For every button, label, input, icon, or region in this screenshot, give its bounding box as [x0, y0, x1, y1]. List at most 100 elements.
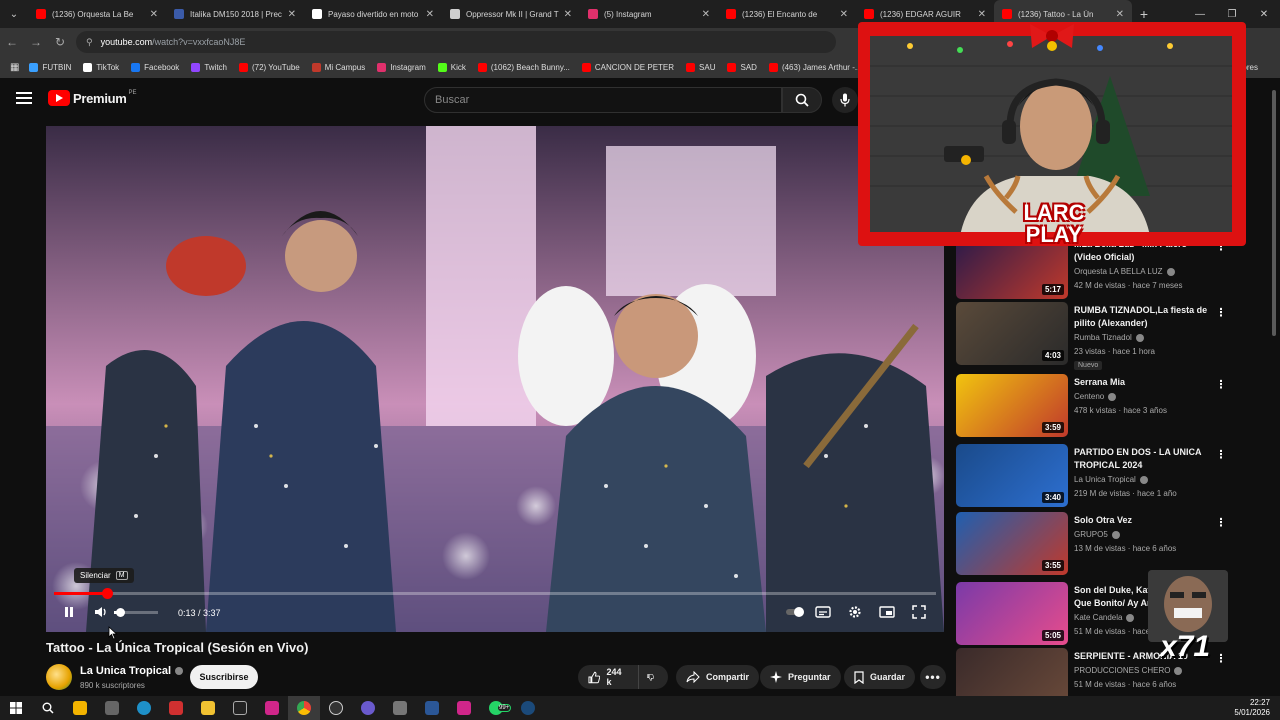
channel-avatar[interactable] [46, 664, 72, 690]
bookmark-item[interactable]: TikTok [83, 62, 119, 72]
reload-icon[interactable]: ↻ [48, 28, 72, 56]
tab-close-icon[interactable]: ✕ [426, 9, 434, 20]
recommended-channel[interactable]: PRODUCCIONES CHERO [1074, 666, 1183, 675]
search-input[interactable]: Buscar [424, 87, 782, 113]
tab-close-icon[interactable]: ✕ [840, 9, 848, 20]
recommended-video[interactable]: 4:03 RUMBA TIZNADOL,La fiesta de pilito (… [956, 302, 1232, 370]
bookmark-item[interactable]: FUTBIN [29, 62, 71, 72]
subscribe-button[interactable]: Suscribirse [190, 665, 258, 689]
browser-tab[interactable]: Italika DM150 2018 | Prec ✕ [166, 0, 304, 28]
recommended-channel[interactable]: GRUPO5 [1074, 530, 1120, 539]
volume-slider[interactable] [114, 608, 158, 617]
subtitles-button[interactable] [814, 604, 832, 620]
system-clock[interactable]: 22:27 5/01/2026 [1234, 698, 1270, 718]
tab-close-icon[interactable]: ✕ [150, 9, 158, 20]
bookmark-item[interactable]: (463) James Arthur -... [768, 62, 862, 72]
steam-icon[interactable] [512, 696, 544, 720]
miniplayer-button[interactable] [878, 604, 896, 620]
epic-icon[interactable] [224, 696, 256, 720]
obs-icon[interactable] [320, 696, 352, 720]
dislike-button[interactable] [638, 665, 668, 689]
tab-close-icon[interactable]: ✕ [1116, 9, 1124, 20]
more-actions-button[interactable]: ••• [920, 665, 946, 689]
site-info-icon[interactable]: ⚲ [86, 37, 93, 48]
apps-grid-icon[interactable]: ▦ [10, 62, 19, 73]
bookmark-item[interactable]: SAU [686, 62, 715, 72]
word-icon[interactable] [416, 696, 448, 720]
channel-name[interactable]: La Unica Tropical [80, 665, 184, 677]
recommended-channel[interactable]: Orquesta LA BELLA LUZ [1074, 267, 1175, 276]
recommended-video[interactable]: 3:59 Serrana Mia Centeno 478 k vistas · hac… [956, 374, 1232, 440]
kick-studio-icon[interactable] [256, 696, 288, 720]
bookmark-item[interactable]: (72) YouTube [238, 62, 300, 72]
browser-tab[interactable]: (1236) El Encanto de ✕ [718, 0, 856, 28]
tab-close-icon[interactable]: ✕ [978, 9, 986, 20]
recommended-channel[interactable]: La Unica Tropical [1074, 475, 1148, 484]
store-icon[interactable] [64, 696, 96, 720]
save-button[interactable]: Guardar [844, 665, 916, 689]
menu-icon[interactable] [16, 92, 32, 104]
video-editor-icon[interactable] [160, 696, 192, 720]
chrome-icon[interactable] [288, 696, 320, 720]
video-thumbnail[interactable]: 5:05 [956, 582, 1068, 645]
video-player[interactable]: Silenciar M 0:13 / 3:37 [46, 126, 944, 632]
video-thumbnail[interactable]: 4:03 [956, 302, 1068, 365]
game-app-icon[interactable] [96, 696, 128, 720]
video-thumbnail[interactable]: 3:40 [956, 444, 1068, 507]
recommended-title[interactable]: PARTIDO EN DOS - LA UNICA TROPICAL 2024 [1074, 446, 1214, 472]
taskbar-search-icon[interactable] [32, 696, 64, 720]
recommended-title[interactable]: Serrana Mia [1074, 376, 1214, 389]
more-vertical-icon[interactable]: ⋮ [1214, 448, 1228, 461]
recommended-title[interactable]: Solo Otra Vez [1074, 514, 1214, 527]
more-vertical-icon[interactable]: ⋮ [1214, 516, 1228, 529]
more-vertical-icon[interactable]: ⋮ [1214, 378, 1228, 391]
search-button[interactable] [782, 87, 822, 113]
pause-button[interactable] [60, 604, 78, 620]
video-thumbnail[interactable] [956, 648, 1068, 696]
kick-app-icon[interactable] [448, 696, 480, 720]
mute-button[interactable] [92, 604, 110, 620]
video-thumbnail[interactable]: 3:55 [956, 512, 1068, 575]
page-scrollbar[interactable] [1272, 90, 1276, 336]
youtube-logo[interactable]: Premium PE [48, 90, 137, 106]
tab-close-icon[interactable]: ✕ [288, 9, 296, 20]
recommended-video[interactable]: 3:40 PARTIDO EN DOS - LA UNICA TROPICAL 2… [956, 444, 1232, 510]
progress-bar[interactable] [54, 588, 936, 599]
autoplay-toggle[interactable] [786, 604, 804, 620]
progress-scrubber[interactable] [101, 588, 113, 599]
url-field[interactable]: ⚲ youtube.com/watch?v=vxxfcaoNJ8E [76, 31, 836, 53]
browser-alt-icon[interactable] [352, 696, 384, 720]
recommended-channel[interactable]: Kate Candela [1074, 613, 1135, 622]
bookmark-item[interactable]: Mi Campus [311, 62, 365, 72]
bookmark-item[interactable]: Facebook [131, 62, 179, 72]
fullscreen-button[interactable] [910, 604, 928, 620]
tab-search-chevron-icon[interactable]: ⌄ [0, 0, 28, 28]
bookmark-item[interactable]: (1062) Beach Bunny... [477, 62, 570, 72]
voice-search-button[interactable] [832, 87, 858, 113]
tab-close-icon[interactable]: ✕ [702, 9, 710, 20]
video-thumbnail[interactable]: 3:59 [956, 374, 1068, 437]
recommended-channel[interactable]: Centeno [1074, 392, 1117, 401]
bookmark-item[interactable]: Instagram [377, 62, 426, 72]
browser-tab[interactable]: (1236) Orquesta La Be ✕ [28, 0, 166, 28]
bookmark-item[interactable]: Twitch [191, 62, 227, 72]
file-explorer-icon[interactable] [192, 696, 224, 720]
settings-button[interactable] [846, 604, 864, 620]
whatsapp-icon[interactable]: 99+ [480, 696, 512, 720]
browser-tab[interactable]: Oppressor Mk II | Grand T ✕ [442, 0, 580, 28]
more-vertical-icon[interactable]: ⋮ [1214, 652, 1228, 665]
bookmark-item[interactable]: CANCION DE PETER [581, 62, 674, 72]
more-vertical-icon[interactable]: ⋮ [1214, 306, 1228, 319]
close-window-icon[interactable]: ✕ [1248, 0, 1280, 28]
edge-icon[interactable] [128, 696, 160, 720]
share-button[interactable]: Compartir [676, 665, 760, 689]
recommended-video[interactable]: 3:55 Solo Otra Vez GRUPO5 13 M de vistas · … [956, 512, 1232, 578]
calculator-icon[interactable] [384, 696, 416, 720]
ask-button[interactable]: Preguntar [760, 665, 841, 689]
tab-close-icon[interactable]: ✕ [564, 9, 572, 20]
bookmark-item[interactable]: SAD [727, 62, 757, 72]
forward-icon[interactable]: → [24, 28, 48, 56]
back-icon[interactable]: ← [0, 28, 24, 56]
bookmark-item[interactable]: Kick [437, 62, 466, 72]
windows-start-icon[interactable] [0, 696, 32, 720]
